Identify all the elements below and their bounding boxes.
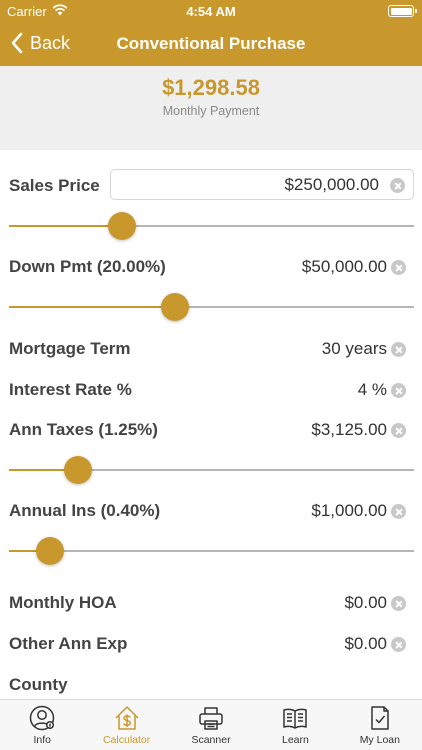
tab-info-label: Info — [33, 734, 51, 746]
mortgage-term-label: Mortgage Term — [9, 339, 131, 358]
interest-rate-value[interactable]: 4 % — [358, 380, 387, 400]
ann-taxes-slider[interactable] — [9, 455, 414, 485]
battery-icon — [388, 5, 417, 17]
other-ann-exp-row: Other Ann Exp $0.00 — [0, 625, 422, 663]
monthly-payment-amount: $1,298.58 — [162, 75, 260, 100]
checklist-icon — [371, 706, 389, 730]
monthly-hoa-clear-icon[interactable] — [391, 596, 406, 611]
annual-ins-clear-icon[interactable] — [391, 504, 406, 519]
person-info-icon — [29, 705, 55, 731]
slider-thumb[interactable] — [108, 212, 137, 240]
payment-summary: $1,298.58 Monthly Payment — [0, 66, 422, 150]
tab-calculator-label: Calculator — [102, 734, 151, 746]
slider-thumb[interactable] — [161, 293, 190, 321]
mortgage-term-row: Mortgage Term 30 years — [0, 330, 422, 368]
monthly-hoa-label: Monthly HOA — [9, 593, 117, 612]
sales-price-value: $250,000.00 — [284, 175, 379, 194]
other-ann-exp-value[interactable]: $0.00 — [344, 634, 387, 654]
tab-my-loan[interactable]: My Loan — [338, 700, 422, 750]
back-button[interactable]: Back — [10, 32, 70, 54]
sales-price-row: Sales Price $250,000.00 — [0, 167, 422, 205]
header: Carrier 4:54 AM Back Conventional Purcha… — [0, 0, 422, 66]
mortgage-term-clear-icon[interactable] — [391, 342, 406, 357]
tab-bar: Info Calculator Scanner Learn My Loan — [0, 699, 422, 750]
monthly-hoa-value[interactable]: $0.00 — [344, 593, 387, 613]
interest-rate-clear-icon[interactable] — [391, 383, 406, 398]
mortgage-term-value[interactable]: 30 years — [322, 339, 387, 359]
county-label: County — [9, 675, 68, 694]
down-payment-value[interactable]: $50,000.00 — [302, 257, 387, 277]
book-icon — [283, 708, 308, 729]
down-payment-clear-icon[interactable] — [391, 260, 406, 275]
ann-taxes-clear-icon[interactable] — [391, 423, 406, 438]
down-payment-slider[interactable] — [9, 292, 414, 322]
ann-taxes-value[interactable]: $3,125.00 — [311, 420, 387, 440]
other-ann-exp-label: Other Ann Exp — [9, 634, 128, 653]
ann-taxes-row: Ann Taxes (1.25%) $3,125.00 — [0, 411, 422, 449]
printer-icon — [199, 707, 223, 730]
monthly-payment-label: Monthly Payment — [162, 104, 260, 118]
status-time: 4:54 AM — [186, 4, 236, 19]
chevron-left-icon — [11, 32, 23, 54]
annual-ins-label: Annual Ins (0.40%) — [9, 501, 161, 520]
tab-learn-label: Learn — [281, 734, 309, 746]
tab-scanner[interactable]: Scanner — [169, 700, 253, 750]
tab-info[interactable]: Info — [0, 700, 84, 750]
interest-rate-label: Interest Rate % — [9, 380, 132, 399]
tab-calculator[interactable]: Calculator — [84, 700, 168, 750]
tab-scanner-label: Scanner — [191, 734, 231, 746]
slider-thumb[interactable] — [63, 456, 92, 484]
slider-fill — [9, 225, 123, 227]
annual-ins-row: Annual Ins (0.40%) $1,000.00 — [0, 492, 422, 530]
ann-taxes-label: Ann Taxes (1.25%) — [9, 420, 158, 439]
nav-bar: Back Conventional Purchase — [0, 22, 422, 66]
monthly-hoa-row: Monthly HOA $0.00 — [0, 584, 422, 622]
tab-learn[interactable]: Learn — [253, 700, 337, 750]
sales-price-slider[interactable] — [9, 211, 414, 241]
interest-rate-row: Interest Rate % 4 % — [0, 371, 422, 409]
sales-price-label: Sales Price — [9, 176, 100, 195]
tab-my-loan-label: My Loan — [359, 734, 400, 746]
status-bar: Carrier 4:54 AM — [0, 0, 422, 22]
down-payment-row: Down Pmt (20.00%) $50,000.00 — [0, 248, 422, 286]
slider-thumb[interactable] — [35, 537, 64, 565]
back-label: Back — [30, 32, 71, 53]
down-payment-label: Down Pmt (20.00%) — [9, 257, 166, 276]
other-ann-exp-clear-icon[interactable] — [391, 637, 406, 652]
annual-ins-value[interactable]: $1,000.00 — [311, 501, 387, 521]
sales-price-clear-icon[interactable] — [390, 178, 405, 193]
sales-price-input[interactable]: $250,000.00 — [110, 169, 414, 200]
annual-ins-slider[interactable] — [9, 536, 414, 566]
slider-track — [9, 550, 414, 552]
house-dollar-icon — [115, 706, 139, 730]
slider-fill — [9, 306, 176, 308]
